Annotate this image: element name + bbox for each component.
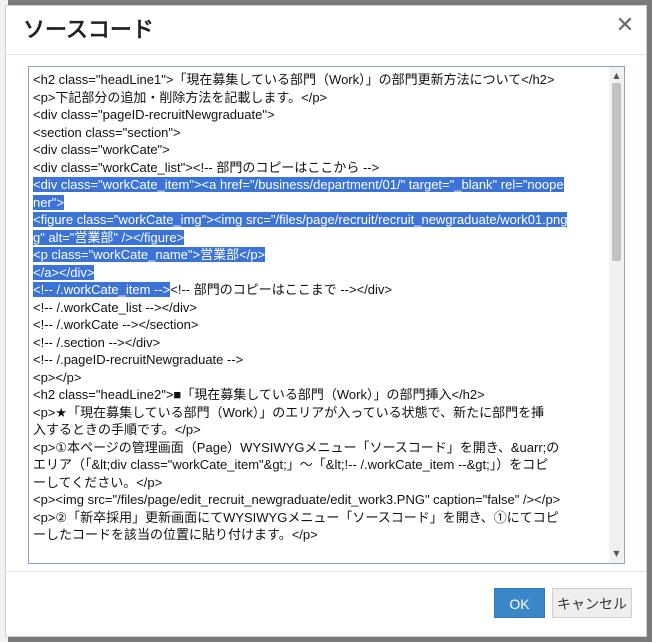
- code-text: <!-- 部門のコピーはここまで --></div>: [170, 282, 393, 297]
- code-line: g" alt="営業部" /></figure>: [33, 229, 605, 247]
- code-text: <p></p>: [33, 369, 82, 385]
- code-line: <!-- /.workCate_list --></div>: [33, 299, 605, 317]
- source-code-dialog: ソースコード ✕ <h2 class="headLine1">「現在募集している…: [5, 5, 647, 637]
- code-text: <p><img src="/files/page/edit_recruit_ne…: [33, 492, 561, 507]
- code-text: <!-- /.section --></div>: [33, 334, 161, 350]
- code-text: <div class="workCate_list"><!-- 部門のコピーはこ…: [33, 159, 380, 175]
- code-line: <h2 class="headLine1">「現在募集している部門（Work）」…: [33, 71, 605, 89]
- code-line: <p>②「新卒採用」更新画面にてWYSIWYGメニュー「ソースコード」を開き、①…: [33, 509, 605, 527]
- code-line: <div class="workCate">: [33, 141, 605, 159]
- cancel-button[interactable]: キャンセル: [552, 588, 632, 618]
- code-content[interactable]: <h2 class="headLine1">「現在募集している部門（Work）」…: [33, 71, 605, 544]
- selected-code-text: </a></div>: [33, 264, 95, 280]
- code-line: ner">: [33, 194, 605, 212]
- code-text: <p>①本ページの管理画面（Page）WYSIWYGメニュー「ソースコード」を開…: [33, 439, 560, 455]
- selected-code-text: <!-- /.workCate_item -->: [33, 282, 171, 297]
- code-line: <p>①本ページの管理画面（Page）WYSIWYGメニュー「ソースコード」を開…: [33, 439, 605, 457]
- dialog-header: ソースコード ✕: [6, 6, 646, 55]
- code-line: 入するときの手順です。</p>: [33, 421, 605, 439]
- scrollbar-thumb[interactable]: [612, 83, 621, 261]
- dialog-title: ソースコード: [23, 18, 154, 43]
- close-icon[interactable]: ✕: [614, 15, 636, 37]
- code-line: ーしてください。</p>: [33, 474, 605, 492]
- code-line: <!-- /.section --></div>: [33, 334, 605, 352]
- code-line: <p>★「現在募集している部門（Work）」のエリアが入っている状態で、新たに部…: [33, 404, 605, 422]
- source-code-textarea[interactable]: <h2 class="headLine1">「現在募集している部門（Work）」…: [28, 66, 625, 564]
- code-line: <!-- /.workCate_item --><!-- 部門のコピーはここまで…: [33, 281, 605, 299]
- code-line: <section class="section">: [33, 124, 605, 142]
- code-line: <h2 class="headLine2">■「現在募集している部門（Work）…: [33, 386, 605, 404]
- scroll-up-arrow-icon[interactable]: ▲: [609, 69, 624, 83]
- code-line: </a></div>: [33, 264, 605, 282]
- code-text: <section class="section">: [33, 124, 181, 140]
- code-line: エリア（「&lt;div class="workCate_item"&gt;」～…: [33, 456, 605, 474]
- code-text: <div class="workCate">: [33, 142, 170, 157]
- code-text: <!-- /.workCate_list --></div>: [33, 299, 197, 315]
- code-text: <!-- /.pageID-recruitNewgraduate -->: [33, 352, 244, 367]
- code-text: <h2 class="headLine2">■「現在募集している部門（Work）…: [33, 387, 485, 402]
- code-line: <!-- /.workCate --></section>: [33, 316, 605, 334]
- code-text: エリア（「&lt;div class="workCate_item"&gt;」～…: [33, 457, 549, 472]
- vertical-scrollbar[interactable]: ▲ ▼: [609, 67, 624, 563]
- code-text: ーしてください。</p>: [33, 474, 163, 490]
- selected-code-text: g" alt="営業部" /></figure>: [33, 229, 185, 245]
- selected-code-text: <p class="workCate_name">営業部</p>: [33, 247, 266, 262]
- dialog-footer: OK キャンセル: [6, 571, 646, 636]
- code-line: <p>下記部分の追加・削除方法を記載します。</p>: [33, 89, 605, 107]
- code-text: <!-- /.workCate --></section>: [33, 317, 199, 332]
- selected-code-text: <div class="workCate_item"><a href="/bus…: [33, 177, 564, 192]
- code-text: <h2 class="headLine1">「現在募集している部門（Work）」…: [33, 72, 555, 87]
- code-line: <div class="workCate_list"><!-- 部門のコピーはこ…: [33, 159, 605, 177]
- code-text: <p>②「新卒採用」更新画面にてWYSIWYGメニュー「ソースコード」を開き、①…: [33, 509, 559, 525]
- code-line: <p class="workCate_name">営業部</p>: [33, 246, 605, 264]
- scroll-down-arrow-icon[interactable]: ▼: [609, 547, 624, 561]
- code-text: <p>★「現在募集している部門（Work）」のエリアが入っている状態で、新たに部…: [33, 404, 545, 420]
- code-text: 入するときの手順です。</p>: [33, 422, 201, 437]
- code-line: <div class="workCate_item"><a href="/bus…: [33, 176, 605, 194]
- code-line: <p></p>: [33, 369, 605, 387]
- code-line: <!-- /.pageID-recruitNewgraduate -->: [33, 351, 605, 369]
- code-line: <div class="pageID-recruitNewgraduate">: [33, 106, 605, 124]
- selected-code-text: <figure class="workCate_img"><img src="/…: [33, 212, 568, 227]
- code-text: <div class="pageID-recruitNewgraduate">: [33, 107, 275, 122]
- code-line: ーしたコードを該当の位置に貼り付けます。</p>: [33, 526, 605, 544]
- code-line: <p><img src="/files/page/edit_recruit_ne…: [33, 491, 605, 509]
- code-text: <p>下記部分の追加・削除方法を記載します。</p>: [33, 89, 328, 105]
- code-text: ーしたコードを該当の位置に貼り付けます。</p>: [33, 527, 318, 542]
- code-line: <figure class="workCate_img"><img src="/…: [33, 211, 605, 229]
- selected-code-text: ner">: [33, 194, 64, 210]
- ok-button[interactable]: OK: [494, 588, 545, 618]
